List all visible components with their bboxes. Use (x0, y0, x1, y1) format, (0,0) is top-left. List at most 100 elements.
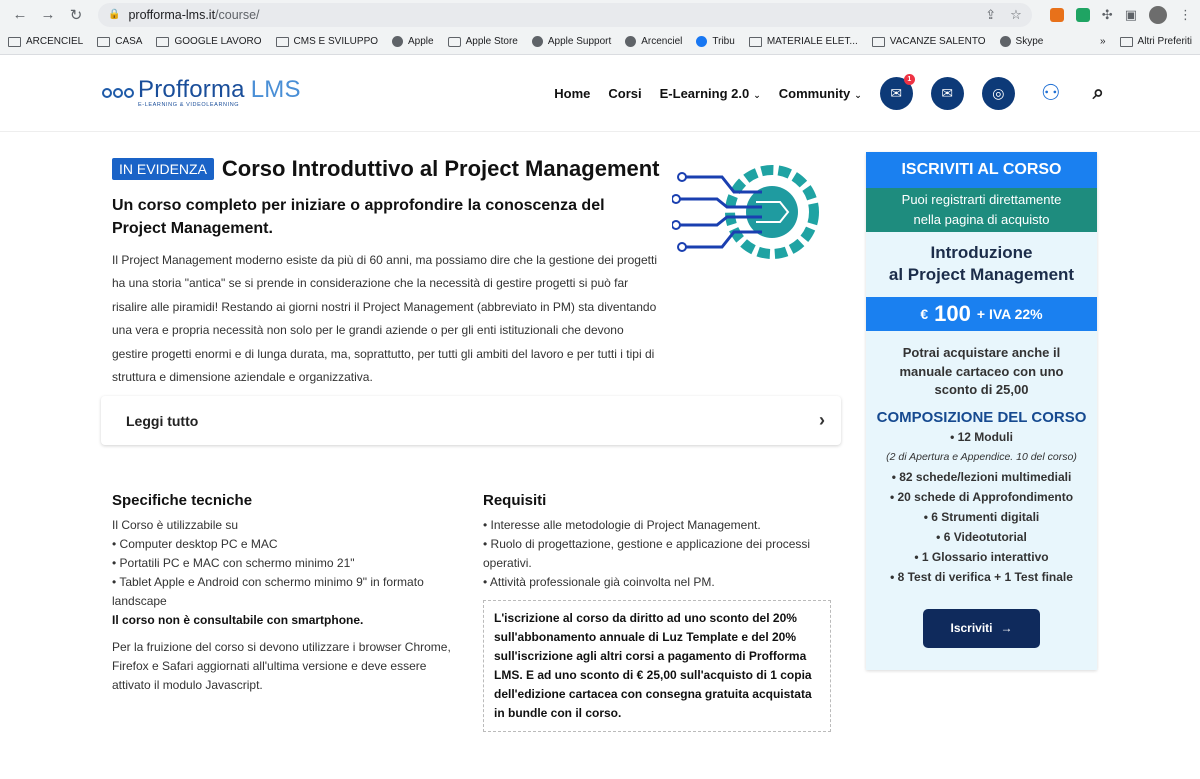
back-icon[interactable]: ← (8, 3, 32, 27)
notification-badge: 1 (903, 73, 915, 85)
other-bookmarks-folder[interactable]: Altri Preferiti (1119, 36, 1192, 47)
bookmark-apple-store[interactable]: Apple Store (447, 36, 518, 47)
price-currency: € (920, 306, 929, 322)
list-item: • Ruolo di progettazione, gestione e app… (483, 537, 811, 570)
browser-chrome: ← → ↻ 🔒 profforma-lms.it/course/ ⇪ ☆ ✣ ▣… (0, 0, 1200, 55)
price-amount: 100 (934, 301, 971, 326)
compass-button[interactable]: ◎ (981, 76, 1015, 110)
featured-badge: IN EVIDENZA (112, 158, 214, 180)
specs-intro: Il Corso è utilizzabile su (112, 518, 239, 532)
address-bar[interactable]: 🔒 profforma-lms.it/course/ ⇪ ☆ (98, 2, 1032, 27)
bookmark-skype[interactable]: Skype (999, 36, 1043, 47)
main-nav: Home Corsi E-Learning 2.0 ⌄ Community ⌄ ✉ 1… (554, 73, 1104, 111)
url-domain: profforma-lms.it (128, 7, 216, 22)
sidebar-course-name: Introduzione al Project Management (888, 243, 1075, 284)
course-title: Corso Introduttivo al Project Management (221, 156, 660, 181)
bookmark-star-icon[interactable]: ☆ (1010, 7, 1022, 23)
discount-info-box: L'iscrizione al corso da diritto ad uno … (483, 600, 831, 732)
folder-icon (97, 36, 111, 47)
price-bar: € 100 + IVA 22% (866, 297, 1097, 331)
logo-tagline: E-LEARNING & VIDEOLEARNING (138, 102, 240, 108)
bookmark-arcenciel-folder[interactable]: ARCENCIEL (8, 36, 83, 47)
bookmark-tribu[interactable]: Tribu (696, 36, 735, 47)
globe-icon (531, 36, 543, 47)
nav-community[interactable]: Community ⌄ (779, 86, 862, 101)
share-icon[interactable]: ⇪ (985, 7, 996, 23)
chevron-right-icon: › (819, 410, 825, 430)
side-panel-icon[interactable]: ▣ (1125, 7, 1137, 23)
globe-icon (625, 36, 637, 47)
lock-icon[interactable]: 🔒 (108, 9, 120, 20)
enroll-button[interactable]: Iscriviti → (923, 608, 1040, 648)
read-more-accordion[interactable]: Leggi tutto › (101, 396, 841, 445)
bookmarks-bar: ARCENCIEL CASA GOOGLE LAVORO CMS E SVILU… (0, 29, 1200, 54)
modules-note: (2 di Apertura e Appendice. 10 del corso… (886, 450, 1077, 463)
bookmark-apple[interactable]: Apple (392, 36, 434, 47)
requirements: Requisiti • Interesse alle metodologie d… (483, 491, 833, 732)
technical-specs: Specifiche tecniche Il Corso è utilizzab… (112, 491, 472, 695)
bookmark-cms-folder[interactable]: CMS E SVILUPPO (275, 36, 378, 47)
bookmarks-overflow-button[interactable]: » (1100, 36, 1106, 47)
chevron-down-icon: ⌄ (753, 89, 761, 100)
nav-corsi[interactable]: Corsi (608, 86, 641, 101)
registration-note: Puoi registrarti direttamente nella pagi… (866, 188, 1097, 232)
bookmark-arcenciel[interactable]: Arcenciel (625, 36, 682, 47)
search-icon[interactable]: ⌕ (1093, 82, 1104, 105)
circuit-gear-illustration (672, 165, 819, 259)
profile-avatar[interactable] (1149, 5, 1167, 24)
folder-icon (156, 36, 170, 47)
list-item: • 6 Videotutorial (936, 529, 1027, 544)
list-item: • 82 schede/lezioni multimediali (891, 469, 1072, 484)
list-item: • 1 Glossario interattivo (914, 549, 1049, 564)
inbox-icon: ✉ (890, 84, 903, 101)
nav-elearning[interactable]: E-Learning 2.0 ⌄ (660, 86, 761, 101)
logo-lms: LMS (250, 76, 301, 103)
folder-icon (1119, 36, 1133, 47)
folder-icon (275, 36, 289, 47)
bookmark-vacanze-folder[interactable]: VACANZE SALENTO (871, 36, 986, 47)
bookmark-apple-support[interactable]: Apple Support (531, 36, 611, 47)
user-account-icon[interactable]: ⚇ (1033, 75, 1069, 111)
google-drive-icon[interactable] (1075, 7, 1090, 22)
notifications-button[interactable]: ✉ 1 (879, 73, 915, 110)
requirements-title: Requisiti (483, 492, 547, 509)
bookmark-materiale-folder[interactable]: MATERIALE ELET... (748, 36, 858, 47)
bookmark-casa-folder[interactable]: CASA (97, 36, 142, 47)
nav-home[interactable]: Home (554, 86, 590, 101)
folder-icon (8, 36, 21, 47)
course-content: IN EVIDENZA Corso Introduttivo al Projec… (0, 132, 1200, 755)
smartphone-warning: Il corso non è consultabile con smartpho… (112, 613, 364, 627)
manual-offer: Potrai acquistare anche il manuale carta… (899, 345, 1064, 397)
folder-icon (748, 36, 762, 47)
bookmark-google-lavoro-folder[interactable]: GOOGLE LAVORO (156, 36, 262, 47)
extensions-area: ✣ ▣ ⋮ (1049, 5, 1192, 24)
list-item: • Computer desktop PC e MAC (112, 537, 278, 551)
facebook-icon (696, 36, 708, 47)
read-more-label: Leggi tutto (126, 412, 199, 429)
list-item: • 8 Test di verifica + 1 Test finale (890, 569, 1073, 584)
specs-title: Specifiche tecniche (112, 492, 253, 509)
site-header: Profforma LMS E-LEARNING & VIDEOLEARNING … (0, 55, 1200, 132)
messages-button[interactable]: ✉ (930, 76, 964, 110)
forward-icon[interactable]: → (36, 3, 60, 27)
extension-analytics-icon[interactable] (1049, 7, 1064, 22)
chevron-down-icon: ⌄ (854, 89, 862, 100)
apple-store-icon (447, 36, 461, 47)
course-subtitle: Un corso completo per iniziare o approfo… (112, 197, 605, 237)
browser-requirements: Per la fruizione del corso si devono uti… (112, 640, 451, 692)
extensions-puzzle-icon[interactable]: ✣ (1102, 7, 1113, 23)
url-path: /course/ (215, 7, 260, 22)
list-item: • 20 schede di Approfondimento (889, 489, 1074, 504)
site-logo[interactable]: Profforma LMS E-LEARNING & VIDEOLEARNING (102, 78, 301, 108)
list-item: • 6 Strumenti digitali (923, 509, 1040, 524)
list-item: • Portatili PC e MAC con schermo minimo … (112, 556, 355, 570)
folder-icon (871, 36, 885, 47)
list-item: • Attività professionale già coinvolta n… (483, 575, 715, 589)
menu-kebab-icon[interactable]: ⋮ (1179, 7, 1192, 23)
arrow-right-icon: → (1000, 621, 1013, 635)
price-vat: + IVA 22% (976, 306, 1043, 322)
globe-icon (999, 36, 1011, 47)
compass-icon: ◎ (992, 84, 1005, 101)
course-description: Il Project Management moderno esiste da … (112, 253, 657, 385)
reload-icon[interactable]: ↻ (64, 3, 88, 27)
